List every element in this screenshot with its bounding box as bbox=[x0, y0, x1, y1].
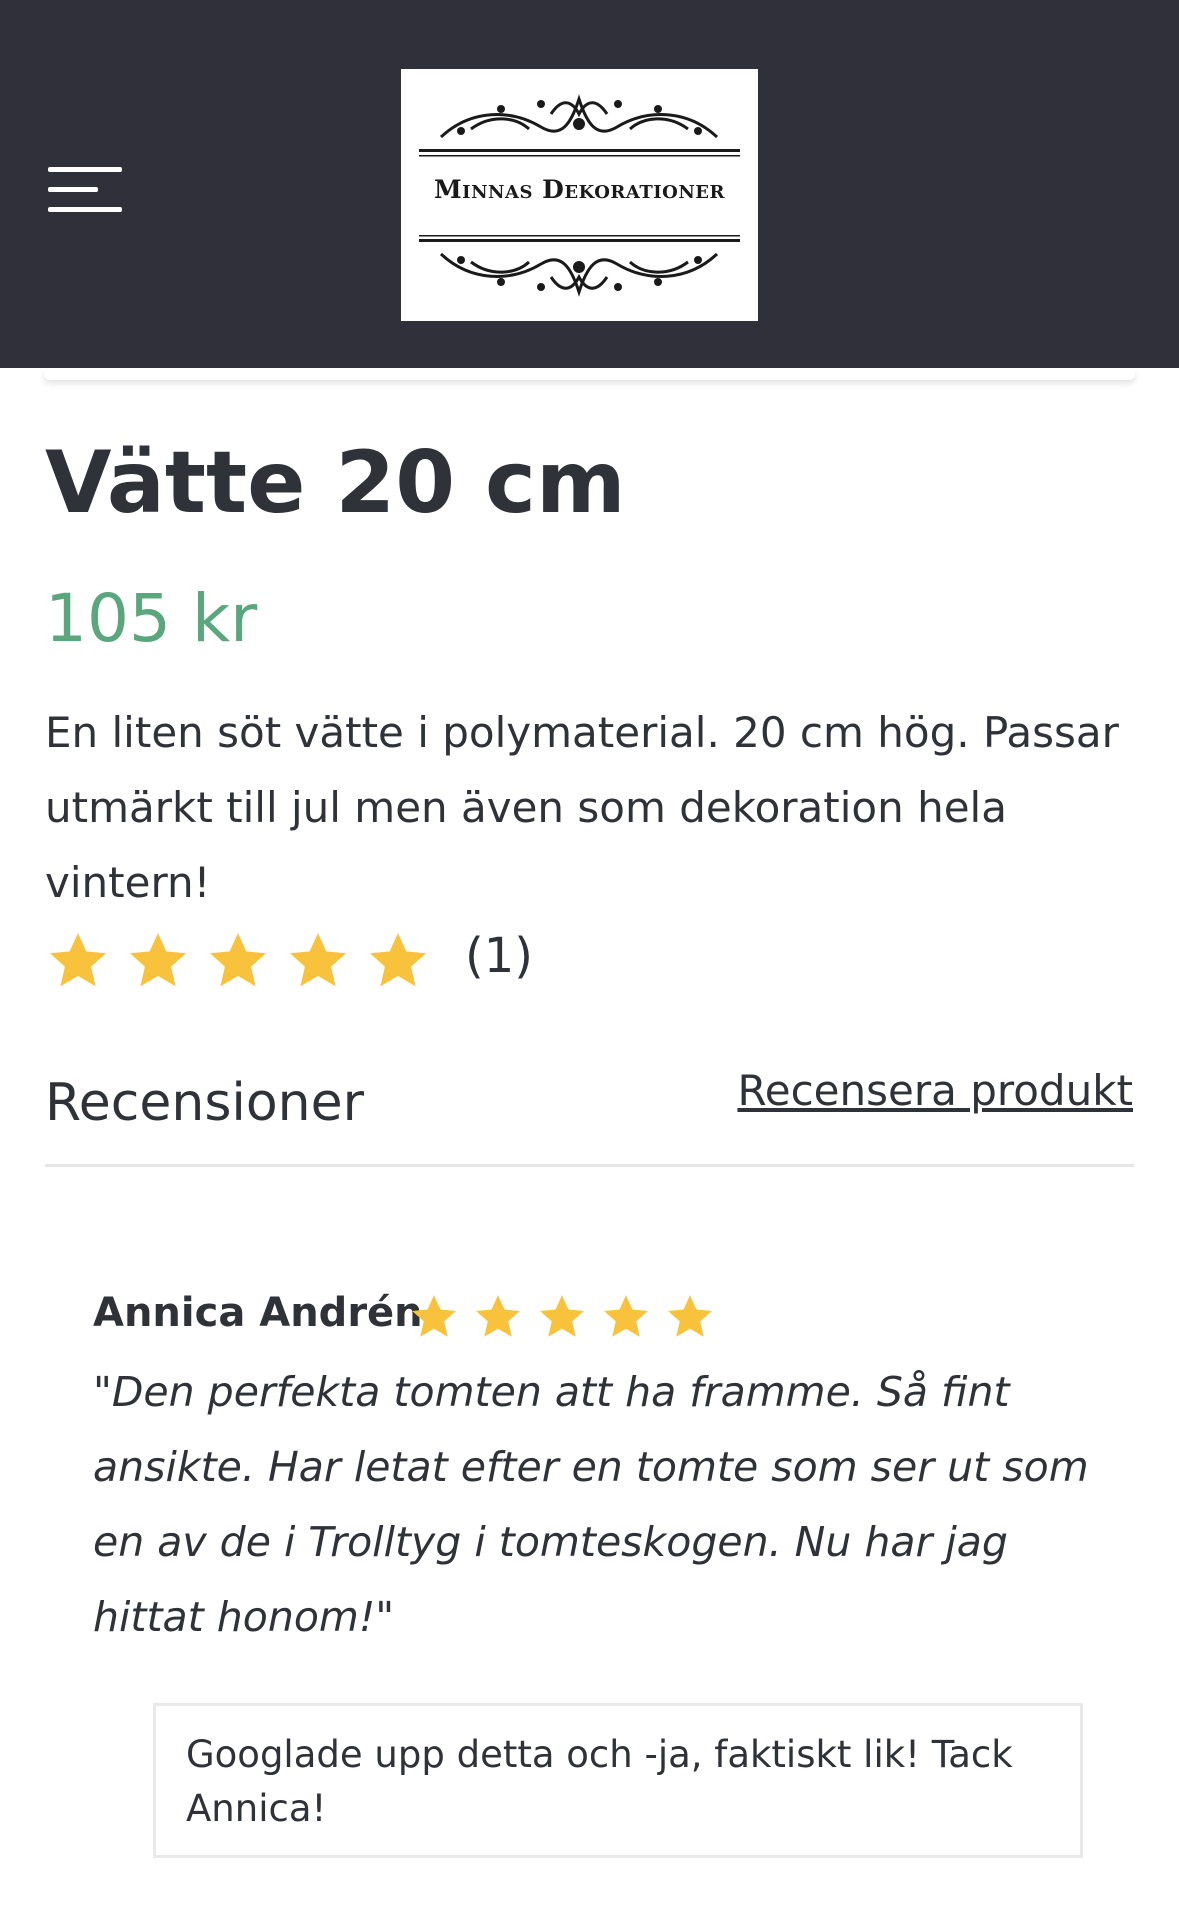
reviews-heading: Recensioner bbox=[45, 1073, 365, 1133]
product-title: Vätte 20 cm bbox=[45, 433, 626, 533]
reply-text: Googlade upp detta och -ja, faktiskt lik… bbox=[186, 1733, 1013, 1830]
store-reply: Googlade upp detta och -ja, faktiskt lik… bbox=[153, 1703, 1083, 1858]
star-icon bbox=[476, 1295, 520, 1337]
site-header: Minnas Dekorationer bbox=[0, 0, 1179, 368]
star-icon bbox=[412, 1295, 456, 1337]
review-text: "Den perfekta tomten att ha framme. Så f… bbox=[93, 1368, 1089, 1641]
hamburger-menu-icon[interactable] bbox=[48, 165, 124, 215]
star-icon bbox=[50, 933, 106, 987]
write-review-link[interactable]: Recensera produkt bbox=[737, 1066, 1133, 1115]
star-icon bbox=[668, 1295, 712, 1337]
star-icon bbox=[210, 933, 266, 987]
store-logo[interactable]: Minnas Dekorationer bbox=[401, 69, 758, 321]
star-icon bbox=[604, 1295, 648, 1337]
review-author: Annica Andrén bbox=[93, 1290, 423, 1336]
star-icon bbox=[130, 933, 186, 987]
header-shadow-divider bbox=[44, 368, 1135, 380]
star-icon bbox=[540, 1295, 584, 1337]
product-price: 105 kr bbox=[45, 580, 258, 657]
reviews-divider bbox=[45, 1164, 1134, 1167]
product-description: En liten söt vätte i polymaterial. 20 cm… bbox=[45, 708, 1119, 907]
star-icon bbox=[290, 933, 346, 987]
star-icon bbox=[370, 933, 426, 987]
rating-count: (1) bbox=[465, 928, 533, 984]
logo-brand-text: Minnas Dekorationer bbox=[434, 175, 725, 204]
